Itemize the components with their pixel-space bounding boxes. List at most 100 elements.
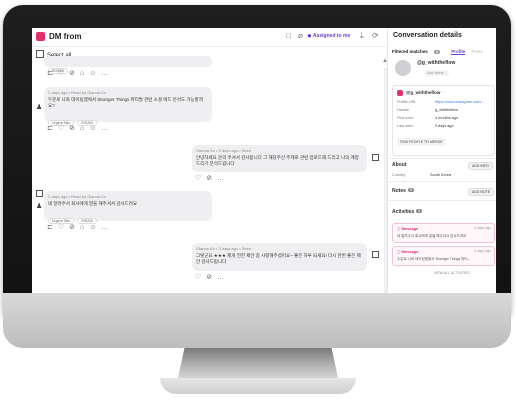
- share-icon[interactable]: ⌂: [80, 70, 89, 77]
- share-icon[interactable]: ⌂: [80, 224, 89, 231]
- message-text: 그렇군요 ★★★ 제게 전한 제안 좀 사항해주셨어요~ 좋은 하루 되세요! …: [196, 253, 361, 264]
- user-icon: ●: [307, 31, 312, 40]
- more-icon[interactable]: …: [217, 175, 229, 182]
- monitor-frame: DM from □ ⌀ ● Assigned to me ⤓ ⟳ Select …: [3, 5, 511, 327]
- activity-text: 네 알려주서 회사에게 말을 해주셔서 감사드려요: [397, 234, 467, 238]
- monitor-stand-base: [160, 378, 356, 394]
- notes-count: 0: [407, 188, 414, 192]
- message-text: 두분로 나와 데이팅앱에서 Stranger Things 파티발 관련 소셜 …: [48, 97, 203, 108]
- message-text: 안녕하세요 문의 주셔서 감사합니다 그 해당주신 주제로 관련 업로드해 드리…: [196, 155, 359, 166]
- conversation-header: DM from □ ⌀ ● Assigned to me ⤓ ⟳: [32, 28, 386, 47]
- message-checkbox[interactable]: [372, 251, 379, 258]
- message-actions: ⊏♡⊘⌂☺…: [47, 69, 113, 77]
- reply-bubble: Gianna Ko • 3 days ago • Seen 그렇군요 ★★★ 제…: [192, 243, 367, 271]
- activity-item[interactable]: ◻ Message 4 days ago 네 알려주서 회사에게 말을 해주셔서…: [392, 223, 495, 243]
- reply-icon[interactable]: ⊏: [47, 125, 58, 132]
- message-actions: ♡⊘…: [195, 273, 229, 281]
- link-icon[interactable]: ⊘: [69, 125, 80, 132]
- last-seen-label: Last seen: [397, 124, 414, 128]
- panel-title: Conversation details: [393, 32, 462, 39]
- message-bubble: 3 days ago • Read by Gianna Ko 두분로 나와 데이…: [44, 87, 212, 126]
- find-people-to-merge-button[interactable]: FIND PEOPLE TO MERGE: [397, 138, 446, 146]
- sender-avatar-icon: ♟: [36, 203, 43, 210]
- last-seen-value: 3 days ago: [435, 124, 454, 128]
- select-all-checkbox[interactable]: [36, 50, 44, 58]
- assigned-to-me-button[interactable]: Assigned to me: [313, 33, 350, 39]
- message-meta: 3 days ago • Read by Gianna Ko: [48, 90, 107, 95]
- view-all-activities-link[interactable]: VIEW ALL ACTIVITIES: [434, 271, 470, 275]
- conversation-details-panel: Conversation details Filtered matches 4 …: [387, 28, 496, 298]
- instagram-icon: [397, 90, 403, 96]
- app-screen: DM from □ ⌀ ● Assigned to me ⤓ ⟳ Select …: [32, 28, 496, 298]
- emoji-icon[interactable]: ☺: [89, 70, 101, 77]
- message-actions: ⊏♡⊘⌂☺…: [47, 124, 113, 132]
- profile-url-label: Profile URL: [397, 100, 417, 104]
- message-activity-label: ◻ Message: [397, 249, 419, 254]
- emoji-icon[interactable]: ☺: [89, 125, 101, 132]
- more-icon[interactable]: …: [101, 70, 113, 77]
- conversation-title: DM from: [49, 32, 82, 41]
- message-actions: ♡⊘…: [195, 174, 229, 182]
- tab-profile[interactable]: Profile: [451, 49, 466, 55]
- profile-url-link[interactable]: https://www.instagram.com/...: [435, 100, 485, 104]
- reply-icon[interactable]: ⊏: [47, 70, 58, 77]
- message-meta: 3 days ago • Read by Gianna Ko: [48, 194, 107, 199]
- activity-text: 두분로 나와 데이팅앱에서 Stranger Things 파티...: [397, 257, 471, 261]
- profile-name: @g_withtheflow: [417, 60, 456, 66]
- monitor-chin: [3, 293, 511, 348]
- heart-icon[interactable]: ♡: [58, 125, 69, 132]
- message-activity-label: ◻ Message: [397, 226, 419, 231]
- about-title: About: [392, 162, 407, 168]
- divider: [388, 158, 496, 159]
- square-icon[interactable]: □: [286, 31, 291, 40]
- more-icon[interactable]: …: [101, 224, 113, 231]
- message-actions: ⊏♡⊘⌂☺…: [47, 223, 113, 231]
- heart-icon[interactable]: ♡: [58, 70, 69, 77]
- instagram-icon: [36, 32, 45, 41]
- heart-icon[interactable]: ♡: [58, 224, 69, 231]
- refresh-icon[interactable]: ⟳: [372, 31, 379, 40]
- tab-filtered-matches[interactable]: Filtered matches 4: [392, 49, 445, 54]
- profile-card: @g_withtheflow Profile URL https://www.i…: [392, 85, 495, 156]
- activity-time: 4 days ago: [473, 226, 491, 230]
- add-note-button[interactable]: ADD NOTE: [468, 188, 495, 196]
- country-label: Country: [392, 173, 406, 177]
- tag-icon[interactable]: ⌀: [298, 31, 303, 40]
- message-bubble: RIS263: [44, 56, 212, 74]
- activities-title: Activities 2: [392, 209, 423, 215]
- emoji-icon[interactable]: ☺: [89, 224, 101, 231]
- sender-avatar-icon: ♟: [36, 104, 43, 111]
- tab-posts[interactable]: Posts: [472, 49, 483, 54]
- divider: [388, 181, 496, 182]
- profile-handle: @g_withtheflow: [406, 90, 441, 95]
- message-meta: Gianna Ko • 3 days ago • Seen: [196, 148, 252, 153]
- activity-item[interactable]: ◻ Message 4 days ago 두분로 나와 데이팅앱에서 Stran…: [392, 246, 495, 266]
- first-seen-label: First seen: [397, 116, 414, 120]
- more-icon[interactable]: …: [217, 274, 229, 281]
- message-meta: Gianna Ko • 3 days ago • Seen: [196, 246, 252, 251]
- first-seen-value: 4 months ago: [435, 116, 459, 120]
- message-checkbox[interactable]: [372, 154, 379, 161]
- message-bubble: 3 days ago • Read by Gianna Ko 네 알려주서 회사…: [44, 191, 212, 224]
- activities-count: 2: [416, 209, 423, 213]
- reply-icon[interactable]: ⊏: [47, 224, 58, 231]
- activity-time: 4 days ago: [473, 249, 491, 253]
- share-icon[interactable]: ⌂: [80, 125, 89, 132]
- heart-icon[interactable]: ♡: [195, 175, 206, 182]
- download-icon[interactable]: ⤓: [360, 31, 364, 41]
- more-icon[interactable]: …: [101, 125, 113, 132]
- country-value: South Korea: [430, 173, 452, 177]
- link-icon[interactable]: ⊘: [206, 175, 217, 182]
- link-icon[interactable]: ⊘: [69, 70, 80, 77]
- add-info-button[interactable]: ADD INFO: [468, 162, 493, 170]
- handle-value: g_withtheflow: [435, 108, 459, 112]
- message-checkbox[interactable]: [36, 190, 43, 197]
- heart-icon[interactable]: ♡: [195, 274, 206, 281]
- link-icon[interactable]: ⊘: [206, 274, 217, 281]
- divider: [388, 200, 496, 201]
- add-labels-input[interactable]: Add labels...: [424, 70, 450, 76]
- avatar: [395, 60, 411, 76]
- panel-tabs: Filtered matches 4 Profile Posts: [392, 49, 488, 55]
- link-icon[interactable]: ⊘: [69, 224, 80, 231]
- monitor-stand-neck: [178, 348, 338, 378]
